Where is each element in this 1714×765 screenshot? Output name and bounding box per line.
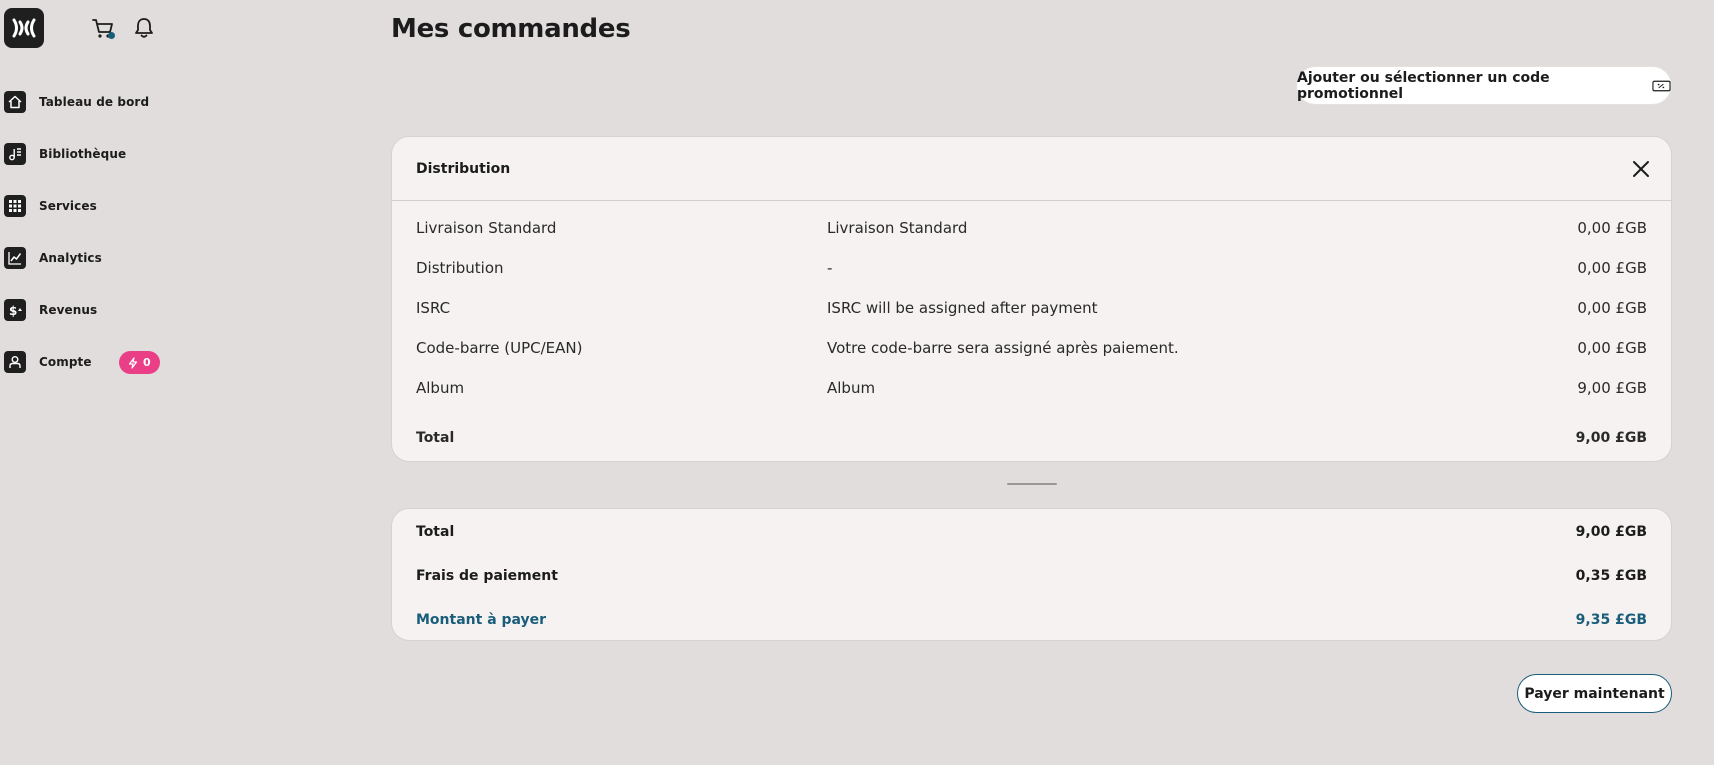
order-row-detail: - xyxy=(827,259,833,277)
pay-now-button[interactable]: Payer maintenant xyxy=(1517,674,1672,713)
payment-summary-card: Total 9,00 £GB Frais de paiement 0,35 £G… xyxy=(391,508,1672,641)
order-row-price: 0,00 £GB xyxy=(1577,219,1647,237)
order-row-name: Distribution xyxy=(416,259,504,277)
chart-icon xyxy=(4,247,26,269)
order-row: Livraison Standard Livraison Standard 0,… xyxy=(416,219,1647,239)
summary-fees-row: Frais de paiement 0,35 £GB xyxy=(416,568,1647,588)
order-total-label: Total xyxy=(416,430,455,446)
order-card-header: Distribution xyxy=(392,137,1671,201)
sidebar-item-revenue[interactable]: $ Revenus xyxy=(4,296,334,324)
home-icon xyxy=(4,91,26,113)
sidebar-item-analytics[interactable]: Analytics xyxy=(4,244,334,272)
summary-fees-label: Frais de paiement xyxy=(416,568,558,584)
order-row-detail: Album xyxy=(827,379,876,397)
sidebar-item-label: Analytics xyxy=(39,251,102,265)
order-row-name: Code-barre (UPC/EAN) xyxy=(416,339,583,357)
credits-badge[interactable]: 0 xyxy=(119,351,160,374)
close-icon[interactable] xyxy=(1631,159,1651,179)
order-row-name: Album xyxy=(416,379,465,397)
order-row: Distribution - 0,00 £GB xyxy=(416,259,1647,279)
summary-amount-row: Montant à payer 9,35 £GB xyxy=(416,612,1647,632)
order-row: ISRC ISRC will be assigned after payment… xyxy=(416,299,1647,319)
order-card: Distribution Livraison Standard Livraiso… xyxy=(391,136,1672,462)
cart-icon[interactable] xyxy=(90,15,116,41)
brand-logo[interactable] xyxy=(4,8,44,48)
sidebar-item-label: Bibliothèque xyxy=(39,147,127,161)
sidebar-item-label: Revenus xyxy=(39,303,98,317)
app-root: Tableau de bord Bibliothèque Services An… xyxy=(0,0,1714,765)
order-row: Code-barre (UPC/EAN) Votre code-barre se… xyxy=(416,339,1647,359)
order-row-price: 0,00 £GB xyxy=(1577,339,1647,357)
grid-icon xyxy=(4,195,26,217)
sidebar-item-label: Tableau de bord xyxy=(39,95,150,109)
svg-text:$: $ xyxy=(9,304,17,318)
order-row-price: 9,00 £GB xyxy=(1577,379,1647,397)
sidebar-item-account[interactable]: Compte 0 xyxy=(4,348,334,376)
sidebar-item-services[interactable]: Services xyxy=(4,192,334,220)
summary-amount-label: Montant à payer xyxy=(416,612,547,628)
summary-total-label: Total xyxy=(416,524,455,540)
summary-total-value: 9,00 £GB xyxy=(1575,524,1647,540)
sidebar-item-library[interactable]: Bibliothèque xyxy=(4,140,334,168)
bell-glyph-icon xyxy=(135,18,153,38)
sidebar-nav: Tableau de bord Bibliothèque Services An… xyxy=(4,88,334,400)
promo-code-label: Ajouter ou sélectionner un code promotio… xyxy=(1297,69,1550,102)
order-total-row: Total 9,00 £GB xyxy=(416,430,1647,450)
library-icon xyxy=(4,143,26,165)
cart-indicator-dot xyxy=(108,32,115,39)
drag-handle-divider xyxy=(1007,483,1057,485)
lightning-icon xyxy=(128,356,138,369)
user-icon xyxy=(4,351,26,373)
order-row-price: 0,00 £GB xyxy=(1577,299,1647,317)
order-row: Album Album 9,00 £GB xyxy=(416,379,1647,399)
order-row-detail: Livraison Standard xyxy=(827,219,968,237)
order-row-detail: ISRC will be assigned after payment xyxy=(827,299,1098,317)
summary-total-row: Total 9,00 £GB xyxy=(416,524,1647,544)
bell-icon[interactable] xyxy=(131,15,157,41)
page-title: Mes commandes xyxy=(391,14,631,44)
order-card-title: Distribution xyxy=(416,160,511,177)
coupon-icon xyxy=(1652,80,1671,91)
order-row-price: 0,00 £GB xyxy=(1577,259,1647,277)
sidebar-item-label: Services xyxy=(39,199,97,213)
order-row-name: Livraison Standard xyxy=(416,219,557,237)
order-row-name: ISRC xyxy=(416,299,451,317)
sidebar-item-label: Compte xyxy=(39,355,92,369)
sidebar-item-dashboard[interactable]: Tableau de bord xyxy=(4,88,334,116)
logo-mark-icon xyxy=(12,18,36,38)
order-total-value: 9,00 £GB xyxy=(1575,430,1647,446)
order-row-detail: Votre code-barre sera assigné après paie… xyxy=(827,339,1179,357)
summary-fees-value: 0,35 £GB xyxy=(1575,568,1647,584)
dollar-icon: $ xyxy=(4,299,26,321)
promo-code-button[interactable]: Ajouter ou sélectionner un code promotio… xyxy=(1296,66,1672,105)
credits-badge-count: 0 xyxy=(143,356,151,369)
summary-amount-value: 9,35 £GB xyxy=(1575,612,1647,628)
